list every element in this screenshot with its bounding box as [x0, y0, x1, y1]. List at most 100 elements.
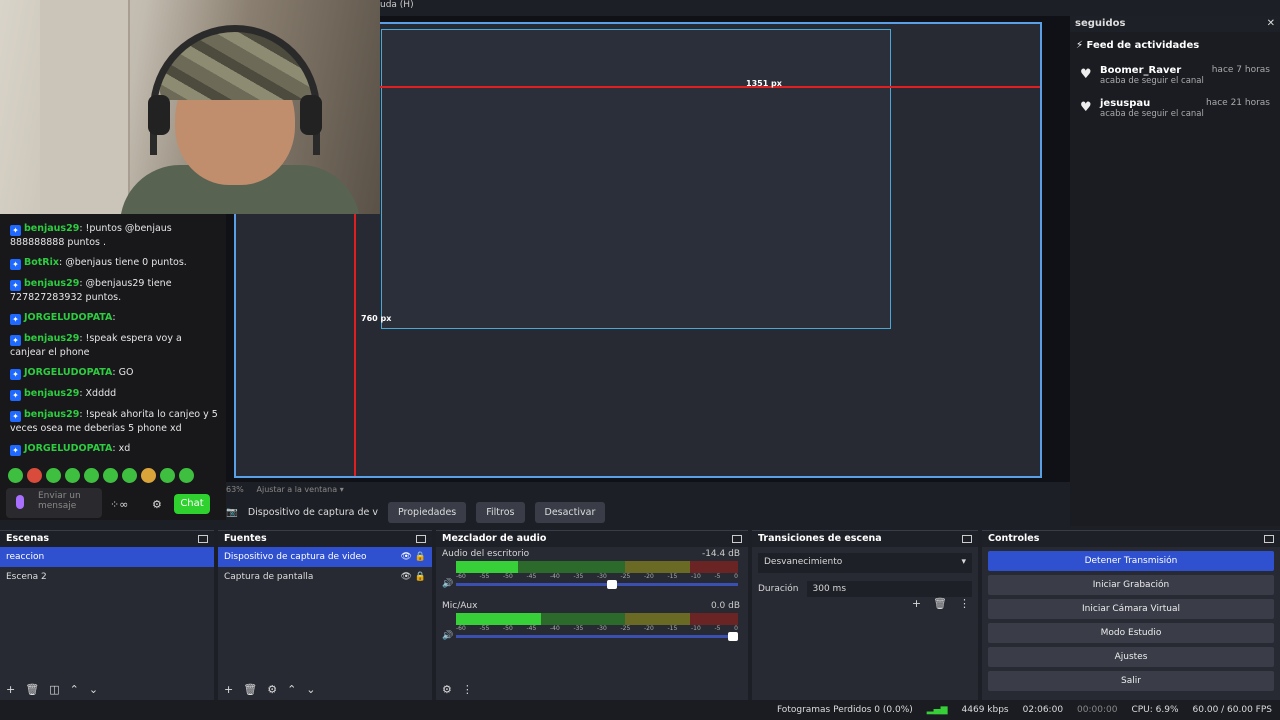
menu-dots-icon[interactable]: ⋮ — [959, 597, 970, 610]
channel-name: Mic/Aux — [442, 601, 478, 611]
feed-title-text: Feed de actividades — [1086, 40, 1200, 51]
filter-icon[interactable]: ◫ — [49, 683, 59, 696]
volume-knob[interactable] — [606, 580, 617, 589]
emote-icon[interactable] — [141, 468, 156, 483]
chat-username[interactable]: BotRix — [24, 257, 59, 268]
control-button[interactable]: Iniciar Grabación — [988, 575, 1274, 595]
popout-icon[interactable] — [962, 535, 972, 543]
meter-tick: -40 — [550, 625, 560, 632]
emote-icon[interactable] — [8, 468, 23, 483]
scene-item[interactable]: reaccion — [0, 547, 214, 567]
control-button[interactable]: Modo Estudio — [988, 623, 1274, 643]
emote-icon[interactable] — [84, 468, 99, 483]
popout-icon[interactable] — [416, 535, 426, 543]
menu-dots-icon[interactable]: ⋮ — [462, 683, 473, 696]
volume-slider[interactable] — [456, 632, 738, 641]
transition-select[interactable]: Desvanecimiento ▾ — [758, 553, 972, 573]
trash-icon[interactable]: 🗑 — [933, 597, 947, 610]
meter-tick: -45 — [526, 625, 537, 632]
visibility-icon[interactable]: 👁 🔒 — [401, 572, 427, 582]
popout-icon[interactable] — [732, 535, 742, 543]
emote-icon[interactable] — [46, 468, 61, 483]
speaker-icon[interactable]: 🔊 — [442, 579, 453, 589]
meter-tick: 0 — [734, 573, 738, 580]
gear-icon[interactable]: ⚙ — [152, 498, 162, 511]
down-icon[interactable]: ⌄ — [89, 683, 98, 696]
chat-username[interactable]: benjaus29 — [24, 223, 79, 234]
feed-list: ♥ Boomer_Raver hace 7 horas acaba de seguir… — [1070, 59, 1280, 125]
menu-help[interactable]: uda (H) — [380, 0, 414, 10]
properties-button[interactable]: Propiedades — [387, 501, 467, 523]
emote-icon[interactable] — [27, 468, 42, 483]
sources-header: Fuentes — [218, 531, 432, 547]
popout-icon[interactable] — [1264, 535, 1274, 543]
meter-tick: -55 — [479, 573, 490, 580]
transition-selected: Desvanecimiento — [764, 557, 843, 567]
emote-icon[interactable] — [179, 468, 194, 483]
sources-dock: Fuentes Dispositivo de captura de video 👁… — [218, 530, 432, 700]
trash-icon[interactable]: 🗑 — [25, 683, 39, 696]
down-icon[interactable]: ⌄ — [306, 683, 315, 696]
zoom-level[interactable]: 63% — [226, 485, 244, 494]
headset-ear-left — [148, 95, 170, 135]
badge-icon: ✦ — [10, 314, 21, 325]
emote-icon[interactable] — [160, 468, 175, 483]
camera-icon: 📷 — [226, 506, 238, 518]
scenes-dock: Escenas reaccion Escena 2 + 🗑 ◫ ⌃ ⌄ — [0, 530, 214, 700]
emote-icon[interactable] — [122, 468, 137, 483]
zoom-fit[interactable]: Ajustar a la ventana — [257, 485, 338, 494]
selected-source-name: Dispositivo de captura de v — [247, 506, 378, 518]
chat-username[interactable]: benjaus29 — [24, 333, 79, 344]
rec-time: 00:00:00 — [1077, 705, 1118, 715]
chat-username[interactable]: JORGELUDOPATA — [24, 312, 112, 323]
filters-button[interactable]: Filtros — [476, 501, 525, 523]
up-icon[interactable]: ⌃ — [287, 683, 296, 696]
meter-tick: -10 — [691, 573, 701, 580]
emote-icon[interactable] — [65, 468, 80, 483]
mixer-settings-icon[interactable]: ⚙ — [442, 683, 452, 696]
chat-input[interactable]: Enviar un mensaje — [6, 488, 102, 518]
meter-fill — [456, 613, 541, 625]
meter-tick: -45 — [526, 573, 537, 580]
control-button[interactable]: Iniciar Cámara Virtual — [988, 599, 1274, 619]
meter-tick: -35 — [573, 625, 584, 632]
chevron-down-icon: ▾ — [961, 557, 966, 567]
scene-item[interactable]: Escena 2 — [0, 567, 214, 587]
chat-text: : — [112, 312, 116, 323]
mixer-footer: ⚙ ⋮ — [442, 683, 473, 696]
points-icon[interactable]: ⁘∞ — [110, 498, 128, 511]
add-icon[interactable]: + — [224, 683, 233, 696]
volume-slider[interactable] — [456, 580, 738, 589]
chat-username[interactable]: benjaus29 — [24, 409, 79, 420]
chat-username[interactable]: benjaus29 — [24, 388, 79, 399]
dropped-frames: Fotogramas Perdidos 0 (0.0%) — [776, 705, 913, 715]
chat-username[interactable]: JORGELUDOPATA — [24, 443, 112, 454]
chat-panel: ✦ benjaus29: !puntos @benjaus 888888888 p… — [0, 214, 226, 520]
up-icon[interactable]: ⌃ — [70, 683, 79, 696]
emote-icon[interactable] — [103, 468, 118, 483]
chat-send-button[interactable]: Chat — [174, 494, 210, 514]
width-label: 1351 px — [746, 79, 782, 88]
control-button[interactable]: Ajustes — [988, 647, 1274, 667]
control-button[interactable]: Salir — [988, 671, 1274, 691]
add-icon[interactable]: + — [912, 597, 921, 610]
deactivate-button[interactable]: Desactivar — [534, 501, 606, 523]
popout-icon[interactable] — [198, 535, 208, 543]
close-icon[interactable]: ✕ — [1267, 18, 1275, 30]
chat-username[interactable]: JORGELUDOPATA — [24, 367, 112, 378]
volume-knob[interactable] — [728, 632, 738, 641]
chat-username[interactable]: benjaus29 — [24, 278, 79, 289]
webcam-door — [40, 0, 130, 214]
visibility-icon[interactable]: 👁 🔒 — [401, 552, 427, 562]
control-button[interactable]: Detener Transmisión — [988, 551, 1274, 571]
badge-icon: ✦ — [10, 280, 21, 291]
source-item[interactable]: Captura de pantalla 👁 🔒 — [218, 567, 432, 587]
add-icon[interactable]: + — [6, 683, 15, 696]
chat-message: ✦ benjaus29: !speak espera voy a canjear … — [10, 332, 220, 359]
duration-input[interactable]: 300 ms — [806, 581, 972, 597]
transitions-dock: Transiciones de escena Desvanecimiento ▾ … — [752, 530, 978, 700]
trash-icon[interactable]: 🗑 — [243, 683, 257, 696]
speaker-icon[interactable]: 🔊 — [442, 631, 453, 641]
source-item[interactable]: Dispositivo de captura de video 👁 🔒 — [218, 547, 432, 567]
gear-icon[interactable]: ⚙ — [267, 683, 277, 696]
